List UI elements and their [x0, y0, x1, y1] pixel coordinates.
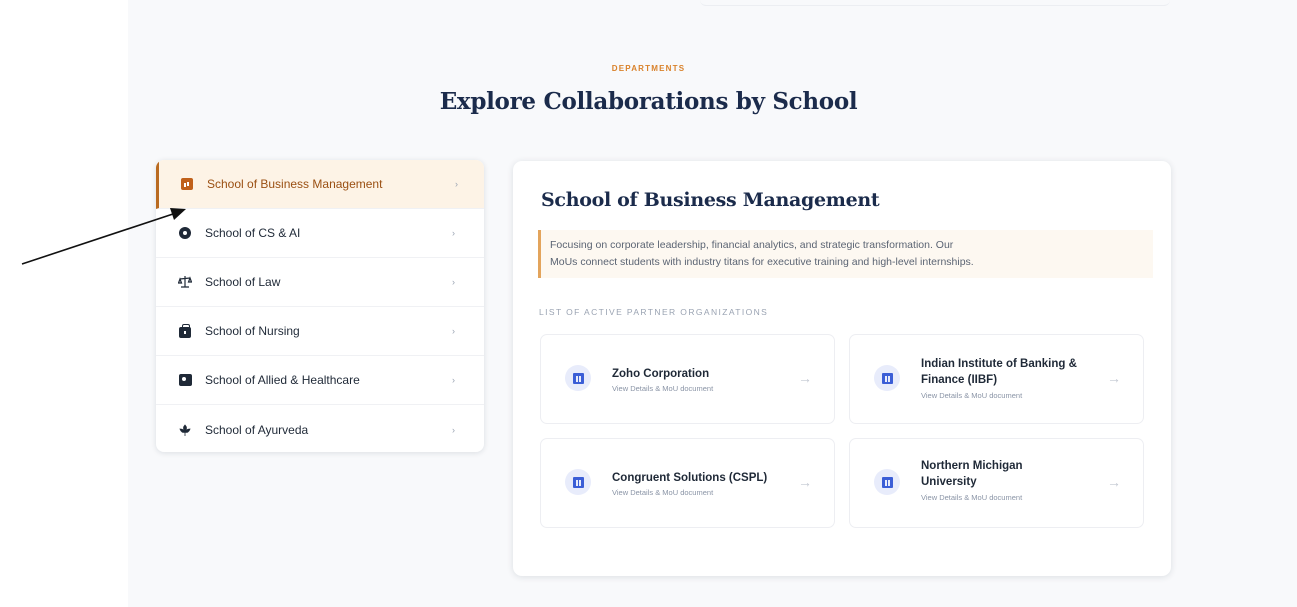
partner-subtitle: View Details & MoU document — [921, 493, 1023, 502]
chevron-right-icon: › — [452, 277, 455, 287]
arrow-right-icon: → — [1107, 370, 1121, 386]
partner-name: Northern Michigan — [921, 460, 1023, 472]
chevron-right-icon: › — [452, 424, 455, 435]
partner-name: Congruent Solutions (CSPL) — [612, 472, 768, 484]
scales-icon — [178, 275, 192, 289]
partner-card-zoho[interactable]: Zoho Corporation View Details & MoU docu… — [540, 334, 835, 424]
sidebar-item-law[interactable]: School of Law › — [156, 258, 484, 307]
partner-name: Finance (IIBF) — [921, 374, 998, 386]
sidebar-item-allied-healthcare[interactable]: School of Allied & Healthcare › — [156, 356, 484, 405]
building-icon — [565, 469, 591, 495]
chevron-right-icon: › — [452, 326, 455, 336]
description-line: Focusing on corporate leadership, financ… — [550, 239, 954, 251]
detail-description: Focusing on corporate leadership, financ… — [538, 230, 1153, 278]
description-line: MoUs connect students with industry tita… — [550, 256, 974, 268]
sidebar-item-label: School of Nursing — [205, 324, 300, 338]
id-card-icon — [178, 373, 192, 387]
school-sidebar: School of Business Management › School o… — [156, 160, 484, 452]
section-eyebrow: DEPARTMENTS — [611, 64, 686, 73]
partner-name: University — [921, 476, 977, 488]
medical-bag-icon — [178, 323, 192, 338]
partner-name: Zoho Corporation — [612, 368, 710, 380]
top-divider — [700, 0, 1170, 6]
leaf-icon — [178, 423, 192, 437]
partner-subtitle: View Details & MoU document — [921, 391, 1023, 400]
partner-card-iibf[interactable]: Indian Institute of Banking & Finance (I… — [849, 334, 1144, 424]
partner-name: Indian Institute of Banking & — [921, 358, 1077, 370]
chart-box-icon — [180, 177, 194, 191]
partner-subtitle: View Details & MoU document — [612, 488, 714, 497]
arrow-right-icon: → — [798, 474, 812, 490]
building-icon — [874, 365, 900, 391]
arrow-right-icon: → — [1107, 474, 1121, 490]
partner-card-cspl[interactable]: Congruent Solutions (CSPL) View Details … — [540, 438, 835, 528]
sidebar-item-nursing[interactable]: School of Nursing › — [156, 307, 484, 356]
chip-icon — [178, 226, 192, 240]
partner-list-heading: LIST OF ACTIVE PARTNER ORGANIZATIONS — [539, 307, 769, 317]
sidebar-item-label: School of Law — [205, 275, 281, 289]
sidebar-item-label: School of Ayurveda — [205, 422, 309, 437]
section-title: Explore Collaborations by School — [439, 88, 858, 115]
building-icon — [874, 469, 900, 495]
sidebar-item-cs-ai[interactable]: School of CS & AI › — [156, 209, 484, 258]
chevron-right-icon: › — [452, 228, 455, 238]
building-icon — [565, 365, 591, 391]
partner-subtitle: View Details & MoU document — [612, 384, 714, 393]
chevron-right-icon: › — [452, 375, 455, 385]
sidebar-item-business-management[interactable]: School of Business Management › — [156, 160, 484, 209]
sidebar-item-label: School of CS & AI — [205, 226, 301, 240]
sidebar-item-ayurveda[interactable]: School of Ayurveda › — [156, 405, 484, 452]
school-detail-card: School of Business Management Focusing o… — [513, 161, 1171, 576]
detail-title: School of Business Management — [541, 189, 880, 211]
partner-card-northern-michigan[interactable]: Northern Michigan University View Detail… — [849, 438, 1144, 528]
chevron-right-icon: › — [455, 179, 458, 189]
arrow-right-icon: → — [798, 370, 812, 386]
sidebar-item-label: School of Business Management — [207, 177, 383, 191]
sidebar-item-label: School of Allied & Healthcare — [205, 373, 360, 387]
